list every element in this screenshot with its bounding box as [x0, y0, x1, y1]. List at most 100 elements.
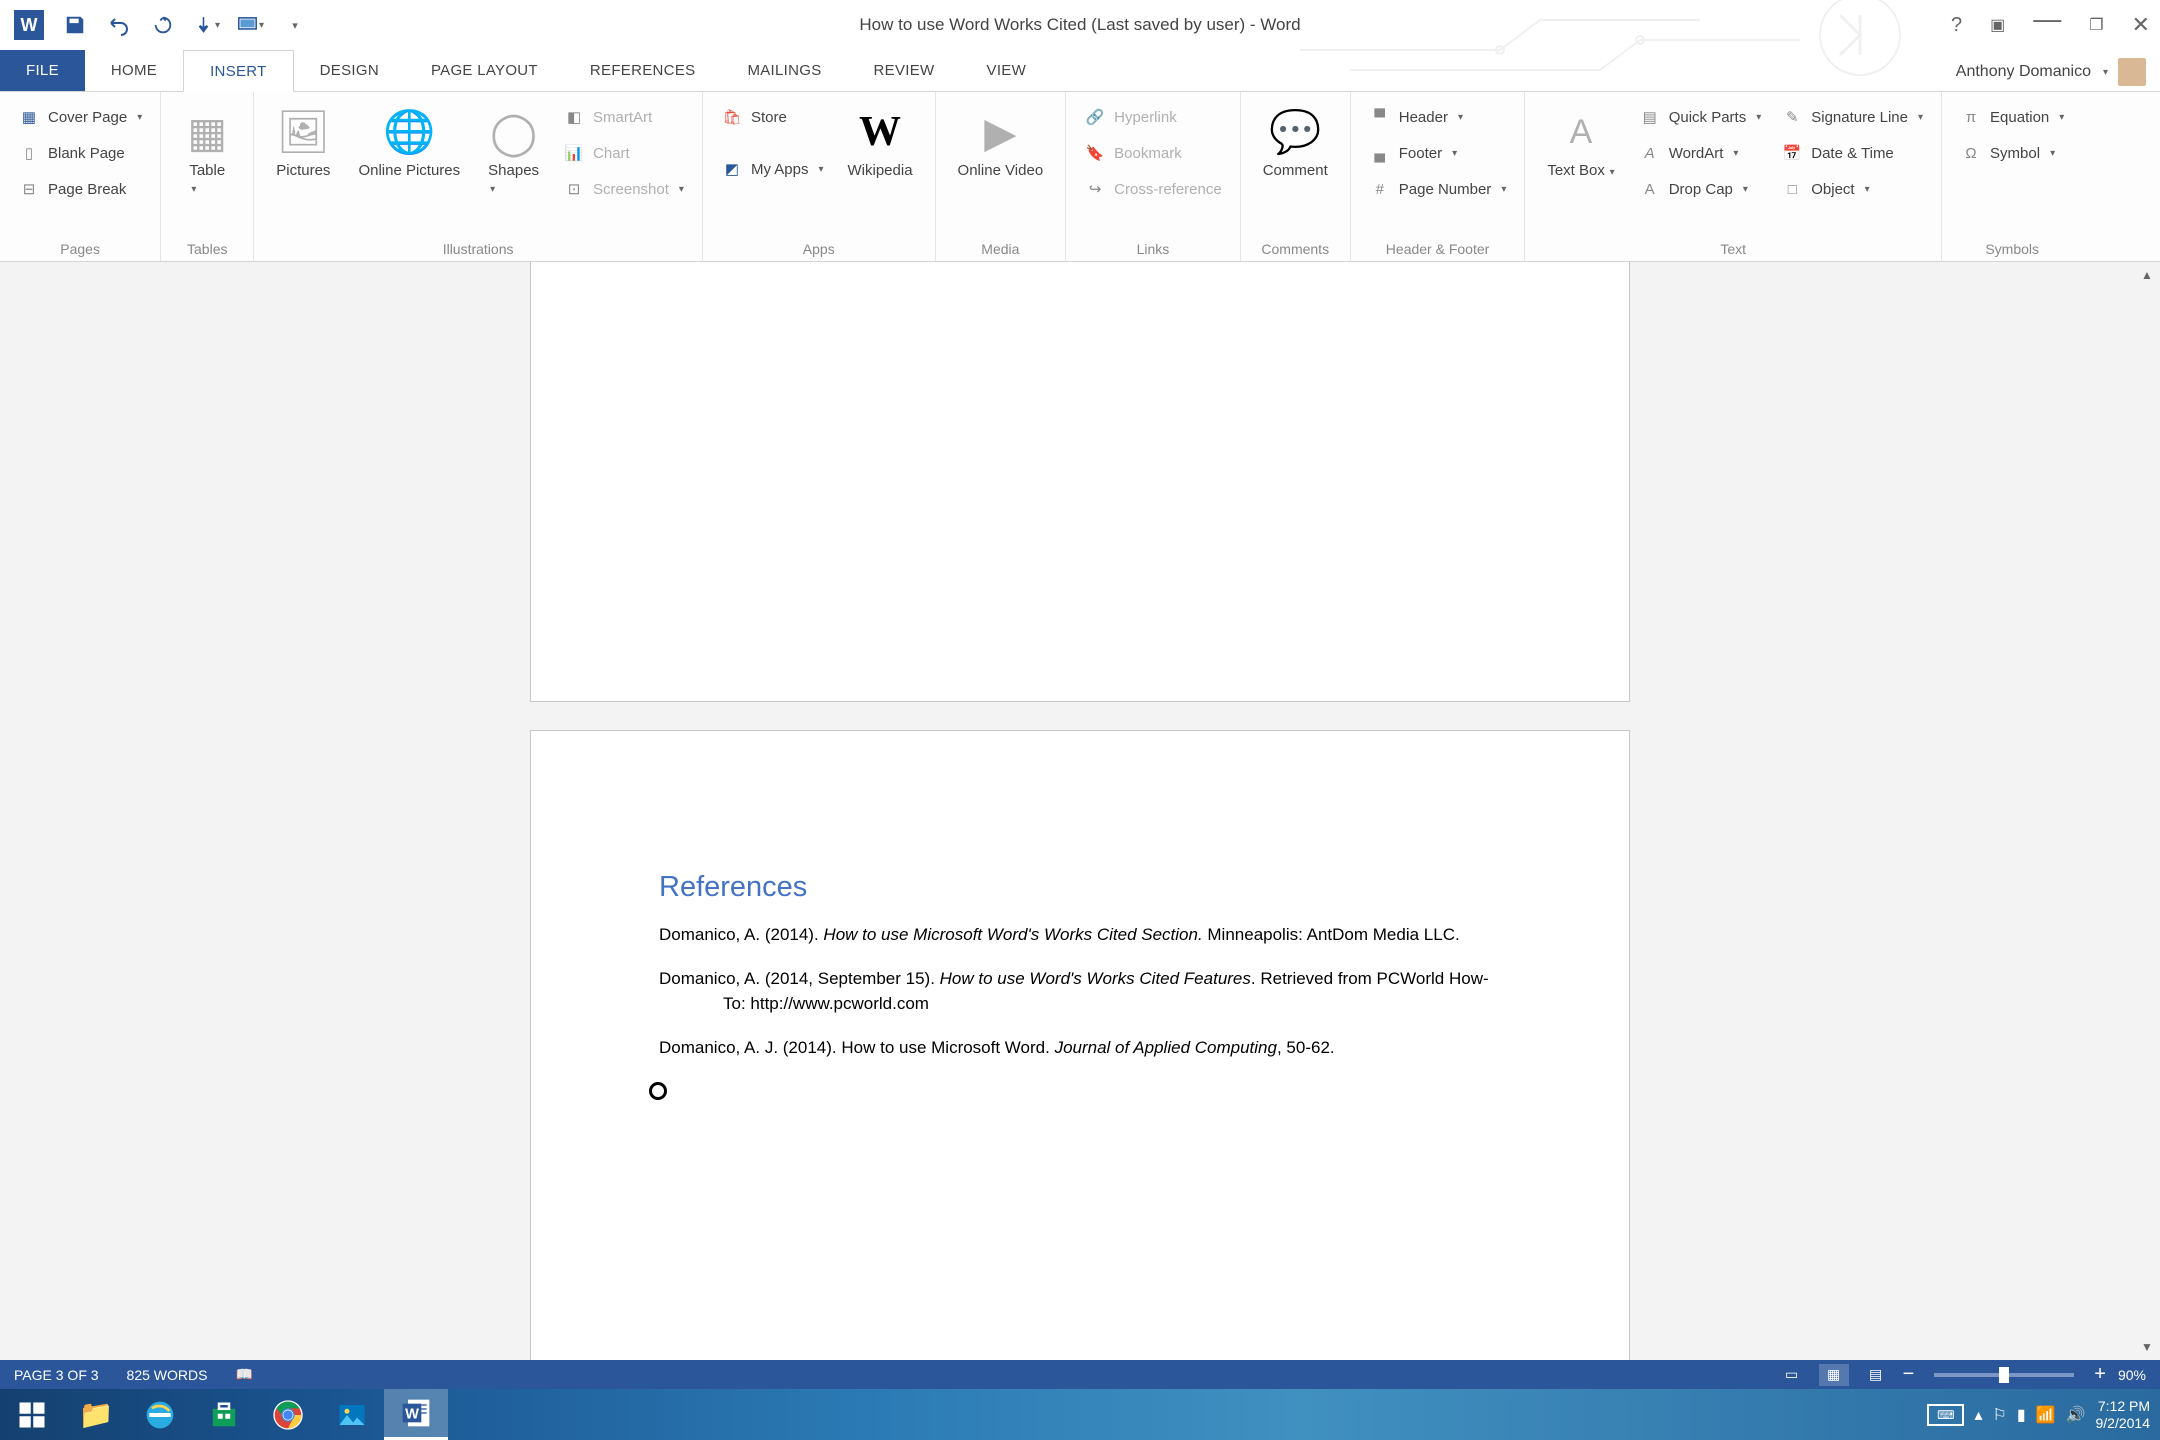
pictures-button[interactable]: 🖼Pictures [266, 102, 340, 185]
page-number-button[interactable]: #Page Number▾ [1363, 174, 1513, 204]
online-pictures-button[interactable]: 🌐Online Pictures [348, 102, 470, 185]
signature-line-button[interactable]: ✎Signature Line▾ [1775, 102, 1929, 132]
window-controls: ? ▣ — ❐ ✕ [1951, 9, 2150, 41]
save-icon[interactable] [62, 12, 88, 38]
word-taskbar-icon[interactable]: W [384, 1389, 448, 1440]
spell-check-icon[interactable]: 📖 [235, 1366, 252, 1383]
symbol-button[interactable]: ΩSymbol▾ [1954, 138, 2070, 168]
flag-icon[interactable]: ⚐ [1993, 1405, 2007, 1425]
ribbon: ▦Cover Page▾ ▯Blank Page ⊟Page Break Pag… [0, 92, 2160, 262]
tray-up-icon[interactable]: ▴ [1974, 1405, 1982, 1425]
group-label: Text [1537, 237, 1929, 261]
tab-insert[interactable]: INSERT [183, 50, 294, 92]
restore-icon[interactable]: ❐ [2089, 15, 2103, 35]
table-button[interactable]: ▦Table▾ [173, 102, 241, 202]
tab-page-layout[interactable]: PAGE LAYOUT [405, 50, 564, 91]
scroll-down-icon[interactable]: ▼ [2134, 1334, 2160, 1360]
read-mode-icon[interactable]: ▭ [1777, 1364, 1807, 1386]
text-box-button[interactable]: AText Box ▾ [1537, 102, 1624, 185]
wordart-button[interactable]: AWordArt▾ [1633, 138, 1768, 168]
battery-icon[interactable]: ▮ [2017, 1405, 2026, 1425]
citation-entry: Domanico, A. (2014, September 15). How t… [659, 966, 1501, 1017]
redo-icon[interactable] [150, 12, 176, 38]
tab-review[interactable]: REVIEW [848, 50, 961, 91]
wifi-icon[interactable]: 📶 [2036, 1405, 2056, 1425]
drop-cap-button[interactable]: ADrop Cap▾ [1633, 174, 1768, 204]
quick-access-toolbar: W ▾ ▾ ▾ [0, 10, 308, 40]
my-apps-button[interactable]: ◩My Apps▾ [715, 154, 830, 184]
taskbar: 📁 W ⌨ ▴ ⚐ ▮ 📶 🔊 7:12 PM 9/2/2014 [0, 1389, 2160, 1440]
shapes-button[interactable]: ◯Shapes▾ [478, 102, 549, 202]
store-icon[interactable] [192, 1389, 256, 1440]
smartart-button[interactable]: ◧SmartArt [557, 102, 690, 132]
references-heading: References [659, 871, 1501, 904]
file-explorer-icon[interactable]: 📁 [64, 1389, 128, 1440]
cover-page-button[interactable]: ▦Cover Page▾ [12, 102, 148, 132]
zoom-slider[interactable] [1934, 1373, 2074, 1377]
keyboard-icon[interactable]: ⌨ [1927, 1404, 1964, 1426]
tab-view[interactable]: VIEW [961, 50, 1053, 91]
minimize-icon[interactable]: — [2033, 3, 2061, 35]
page-current[interactable]: References Domanico, A. (2014). How to u… [530, 730, 1630, 1360]
touch-mode-icon[interactable]: ▾ [194, 12, 220, 38]
scroll-up-icon[interactable]: ▲ [2134, 262, 2160, 288]
tab-file[interactable]: FILE [0, 50, 85, 91]
chrome-icon[interactable] [256, 1389, 320, 1440]
word-count[interactable]: 825 WORDS [127, 1367, 208, 1383]
avatar [2118, 58, 2146, 86]
page-previous[interactable] [530, 262, 1630, 702]
ribbon-display-icon[interactable]: ▣ [1990, 15, 2005, 35]
tab-design[interactable]: DESIGN [294, 50, 405, 91]
group-label: Header & Footer [1363, 237, 1513, 261]
help-icon[interactable]: ? [1951, 14, 1962, 37]
group-apps: 🛍Store ◩My Apps▾ WWikipedia Apps [703, 92, 936, 261]
footer-button[interactable]: ▄Footer▾ [1363, 138, 1513, 168]
screenshot-button[interactable]: ⊡Screenshot▾ [557, 174, 690, 204]
group-symbols: πEquation▾ ΩSymbol▾ Symbols [1942, 92, 2082, 261]
volume-icon[interactable]: 🔊 [2066, 1405, 2086, 1425]
bookmark-button[interactable]: 🔖Bookmark [1078, 138, 1228, 168]
photos-icon[interactable] [320, 1389, 384, 1440]
ribbon-tabs: FILE HOME INSERT DESIGN PAGE LAYOUT REFE… [0, 50, 2160, 92]
tab-mailings[interactable]: MAILINGS [721, 50, 847, 91]
group-header-footer: ▀Header▾ ▄Footer▾ #Page Number▾ Header &… [1351, 92, 1526, 261]
close-icon[interactable]: ✕ [2132, 12, 2150, 38]
hyperlink-button[interactable]: 🔗Hyperlink [1078, 102, 1228, 132]
user-name: Anthony Domanico [1956, 63, 2091, 81]
group-label: Media [948, 237, 1054, 261]
qat-customize-icon[interactable]: ▾ [282, 12, 308, 38]
zoom-out-icon[interactable]: − [1903, 1363, 1915, 1386]
group-media: ▶Online Video Media [936, 92, 1067, 261]
zoom-in-icon[interactable]: + [2094, 1363, 2106, 1386]
tab-references[interactable]: REFERENCES [564, 50, 722, 91]
tab-home[interactable]: HOME [85, 50, 183, 91]
header-button[interactable]: ▀Header▾ [1363, 102, 1513, 132]
page-break-button[interactable]: ⊟Page Break [12, 174, 148, 204]
comment-button[interactable]: 💬Comment [1253, 102, 1338, 185]
zoom-level[interactable]: 90% [2118, 1367, 2146, 1383]
object-button[interactable]: □Object▾ [1775, 174, 1929, 204]
equation-button[interactable]: πEquation▾ [1954, 102, 2070, 132]
undo-icon[interactable] [106, 12, 132, 38]
start-button[interactable] [0, 1389, 64, 1440]
wikipedia-button[interactable]: WWikipedia [838, 102, 923, 185]
date-time-button[interactable]: 📅Date & Time [1775, 138, 1929, 168]
group-tables: ▦Table▾ Tables [161, 92, 254, 261]
display-icon[interactable]: ▾ [238, 12, 264, 38]
vertical-scrollbar[interactable]: ▲ ▼ [2134, 262, 2160, 1360]
internet-explorer-icon[interactable] [128, 1389, 192, 1440]
user-account[interactable]: Anthony Domanico▾ [1956, 58, 2146, 86]
cross-reference-button[interactable]: ↪Cross-reference [1078, 174, 1228, 204]
print-layout-icon[interactable]: ▦ [1819, 1364, 1849, 1386]
blank-page-button[interactable]: ▯Blank Page [12, 138, 148, 168]
clock[interactable]: 7:12 PM 9/2/2014 [2096, 1398, 2151, 1432]
group-label: Apps [715, 237, 923, 261]
web-layout-icon[interactable]: ▤ [1861, 1364, 1891, 1386]
page-indicator[interactable]: PAGE 3 OF 3 [14, 1367, 99, 1383]
chart-button[interactable]: 📊Chart [557, 138, 690, 168]
word-logo-icon[interactable]: W [14, 10, 44, 40]
quick-parts-button[interactable]: ▤Quick Parts▾ [1633, 102, 1768, 132]
group-label: Illustrations [266, 237, 690, 261]
store-button[interactable]: 🛍Store [715, 102, 830, 132]
online-video-button[interactable]: ▶Online Video [948, 102, 1054, 185]
